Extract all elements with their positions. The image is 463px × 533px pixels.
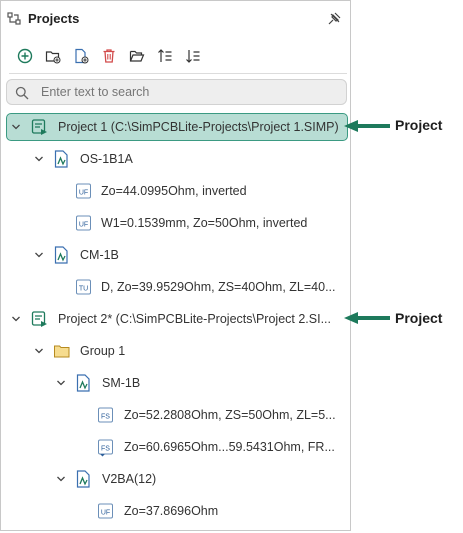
new-group-button[interactable] [42,45,64,67]
chevron-down-icon[interactable] [11,122,21,132]
panel-header: Projects [1,1,350,37]
svg-text:TU: TU [79,285,88,292]
tree-node-project-2[interactable]: Project 2* (C:\SimPCBLite-Projects\Proje… [1,307,352,331]
projects-tree-icon [7,12,21,25]
project-file-icon [31,311,47,327]
tree-node-cm-1b[interactable]: CM-1B [1,243,352,267]
tree-node-label: Project 2* (C:\SimPCBLite-Projects\Proje… [58,312,332,326]
chevron-down-icon[interactable] [56,474,66,484]
structure-file-icon [76,374,90,392]
tree-node-label: W1=0.1539mm, Zo=50Ohm, inverted [101,216,308,230]
open-button[interactable] [126,45,148,67]
folder-icon [54,345,70,358]
tree-node-project-1[interactable]: Project 1 (C:\SimPCBLite-Projects\Projec… [1,115,352,139]
sort-ascending-button[interactable] [154,45,176,67]
tree-node-label: SM-1B [102,376,141,390]
toolbar-divider [9,73,347,74]
chevron-down-icon[interactable] [34,250,44,260]
tree-node-label: Project 1 (C:\SimPCBLite-Projects\Projec… [58,120,339,134]
callout-arrow-left-icon [344,120,390,132]
fs-badge-icon: FS [98,439,113,457]
uf-badge-icon: UF [76,183,91,199]
search-input[interactable] [41,83,337,101]
projects-panel: Projects Enter text to search Project 1 … [0,0,351,531]
tree-node-sm-1b[interactable]: SM-1B [1,371,352,395]
structure-file-icon [54,246,68,264]
tree-node-os-1b1a[interactable]: OS-1B1A [1,147,352,171]
tree-node-label: D, Zo=39.9529Ohm, ZS=40Ohm, ZL=40... [101,280,336,294]
add-project-button[interactable] [14,45,36,67]
open-folder-icon [129,50,145,62]
callout-label-project: Project [395,117,443,133]
sort-ascending-icon [158,49,172,62]
tree-node-label: Zo=37.8696Ohm [124,504,219,518]
search-icon [15,86,29,100]
uf-badge-icon: UF [98,503,113,519]
callout-label-project: Project [395,310,443,326]
tree-leaf-cm-1b-1[interactable]: TU D, Zo=39.9529Ohm, ZS=40Ohm, ZL=40... [1,275,352,299]
tree-node-label: Zo=60.6965Ohm...59.5431Ohm, FR... [124,440,335,454]
tree-leaf-os-1b1a-2[interactable]: UF W1=0.1539mm, Zo=50Ohm, inverted [1,211,352,235]
chevron-down-icon[interactable] [34,346,44,356]
new-folder-icon [45,51,61,64]
uf-badge-icon: UF [76,215,91,231]
chevron-down-icon[interactable] [56,378,66,388]
tree-leaf-os-1b1a-1[interactable]: UF Zo=44.0995Ohm, inverted [1,179,352,203]
tree-leaf-sm-1b-2[interactable]: FS Zo=60.6965Ohm...59.5431Ohm, FR... [1,435,352,459]
tree-node-label: OS-1B1A [80,152,133,166]
svg-text:UF: UF [79,221,88,228]
project-file-icon [31,119,47,135]
delete-icon [103,49,115,63]
search-box [6,79,347,105]
tree-node-label: Group 1 [80,344,126,358]
tree-node-label: CM-1B [80,248,119,262]
delete-button[interactable] [98,45,120,67]
tree-node-label: Zo=44.0995Ohm, inverted [101,184,247,198]
sort-descending-icon [186,50,200,63]
svg-text:UF: UF [101,509,110,516]
tree-node-label: V2BA(12) [102,472,157,486]
tree-node-group-1[interactable]: Group 1 [1,339,352,363]
tree-leaf-sm-1b-1[interactable]: FS Zo=52.2808Ohm, ZS=50Ohm, ZL=5... [1,403,352,427]
new-file-button[interactable] [70,45,92,67]
svg-text:UF: UF [79,189,88,196]
pin-icon[interactable] [328,12,341,25]
svg-text:FS: FS [101,413,110,420]
sort-descending-button[interactable] [182,45,204,67]
tree-node-label: Zo=52.2808Ohm, ZS=50Ohm, ZL=5... [124,408,336,422]
tree-node-v2ba[interactable]: V2BA(12) [1,467,352,491]
add-circle-icon [17,48,33,64]
callout-arrow-left-icon [344,312,390,324]
structure-file-icon [54,150,68,168]
chevron-down-icon[interactable] [34,154,44,164]
svg-text:FS: FS [101,445,110,452]
panel-toolbar [1,45,350,71]
new-file-icon [75,48,89,64]
tu-badge-icon: TU [76,279,91,295]
tree-leaf-v2ba-1[interactable]: UF Zo=37.8696Ohm [1,499,352,523]
structure-file-icon [76,470,90,488]
fs-badge-icon: FS [98,407,113,423]
chevron-down-icon[interactable] [11,314,21,324]
panel-title: Projects [28,11,80,26]
